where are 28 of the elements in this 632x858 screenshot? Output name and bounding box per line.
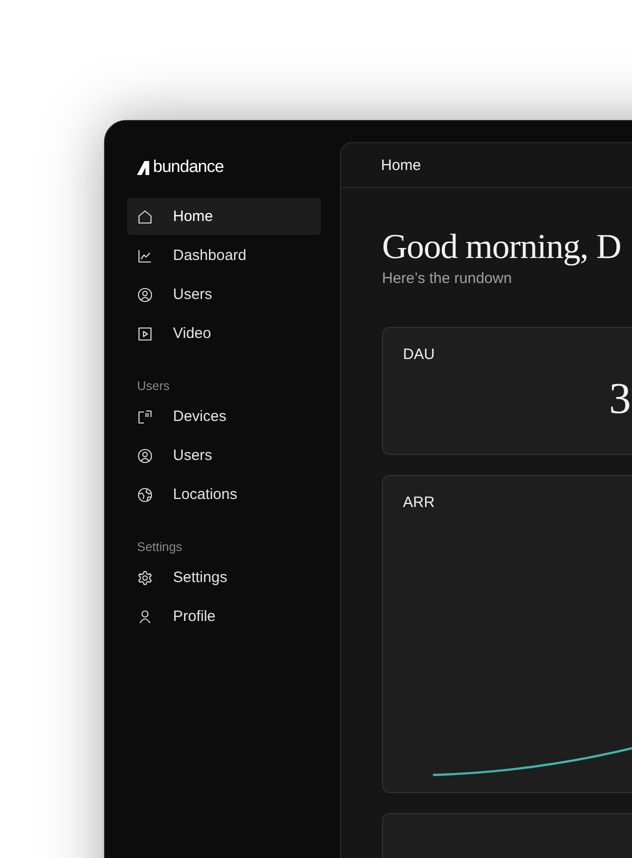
user-circle-icon: [137, 448, 153, 464]
breadcrumb: Home: [381, 156, 422, 174]
nav-item[interactable]: Video: [127, 315, 321, 352]
nav-item[interactable]: Users: [127, 276, 321, 313]
nav-item[interactable]: Users: [127, 437, 321, 474]
nav-item[interactable]: Devices: [127, 398, 321, 435]
section-label: Users: [137, 378, 171, 394]
nav-item[interactable]: Profile: [127, 598, 321, 635]
user-circle-icon: [137, 286, 153, 302]
nav-item[interactable]: Home: [127, 198, 321, 235]
stat-value: 3: [609, 375, 632, 423]
nav-item[interactable]: Dashboard: [127, 237, 321, 274]
home-icon: [137, 208, 153, 224]
greeting-heading: Good morning, D: [382, 226, 622, 268]
person-icon: [137, 608, 153, 624]
globe-icon: [137, 486, 153, 502]
chart-icon: [137, 248, 153, 264]
card-title: ARR: [403, 494, 436, 511]
section-label: Settings: [137, 539, 184, 555]
devices-icon: [137, 408, 153, 424]
logo-mark-icon: [137, 160, 152, 174]
nav-item[interactable]: Locations: [127, 476, 321, 513]
play-icon: [137, 326, 153, 342]
brand-name: bundance: [153, 157, 224, 177]
card-title: DAU: [403, 346, 436, 363]
nav-item[interactable]: Settings: [127, 559, 321, 596]
subtitle: Here’s the rundown: [382, 270, 513, 287]
settings-icon: [137, 570, 153, 586]
